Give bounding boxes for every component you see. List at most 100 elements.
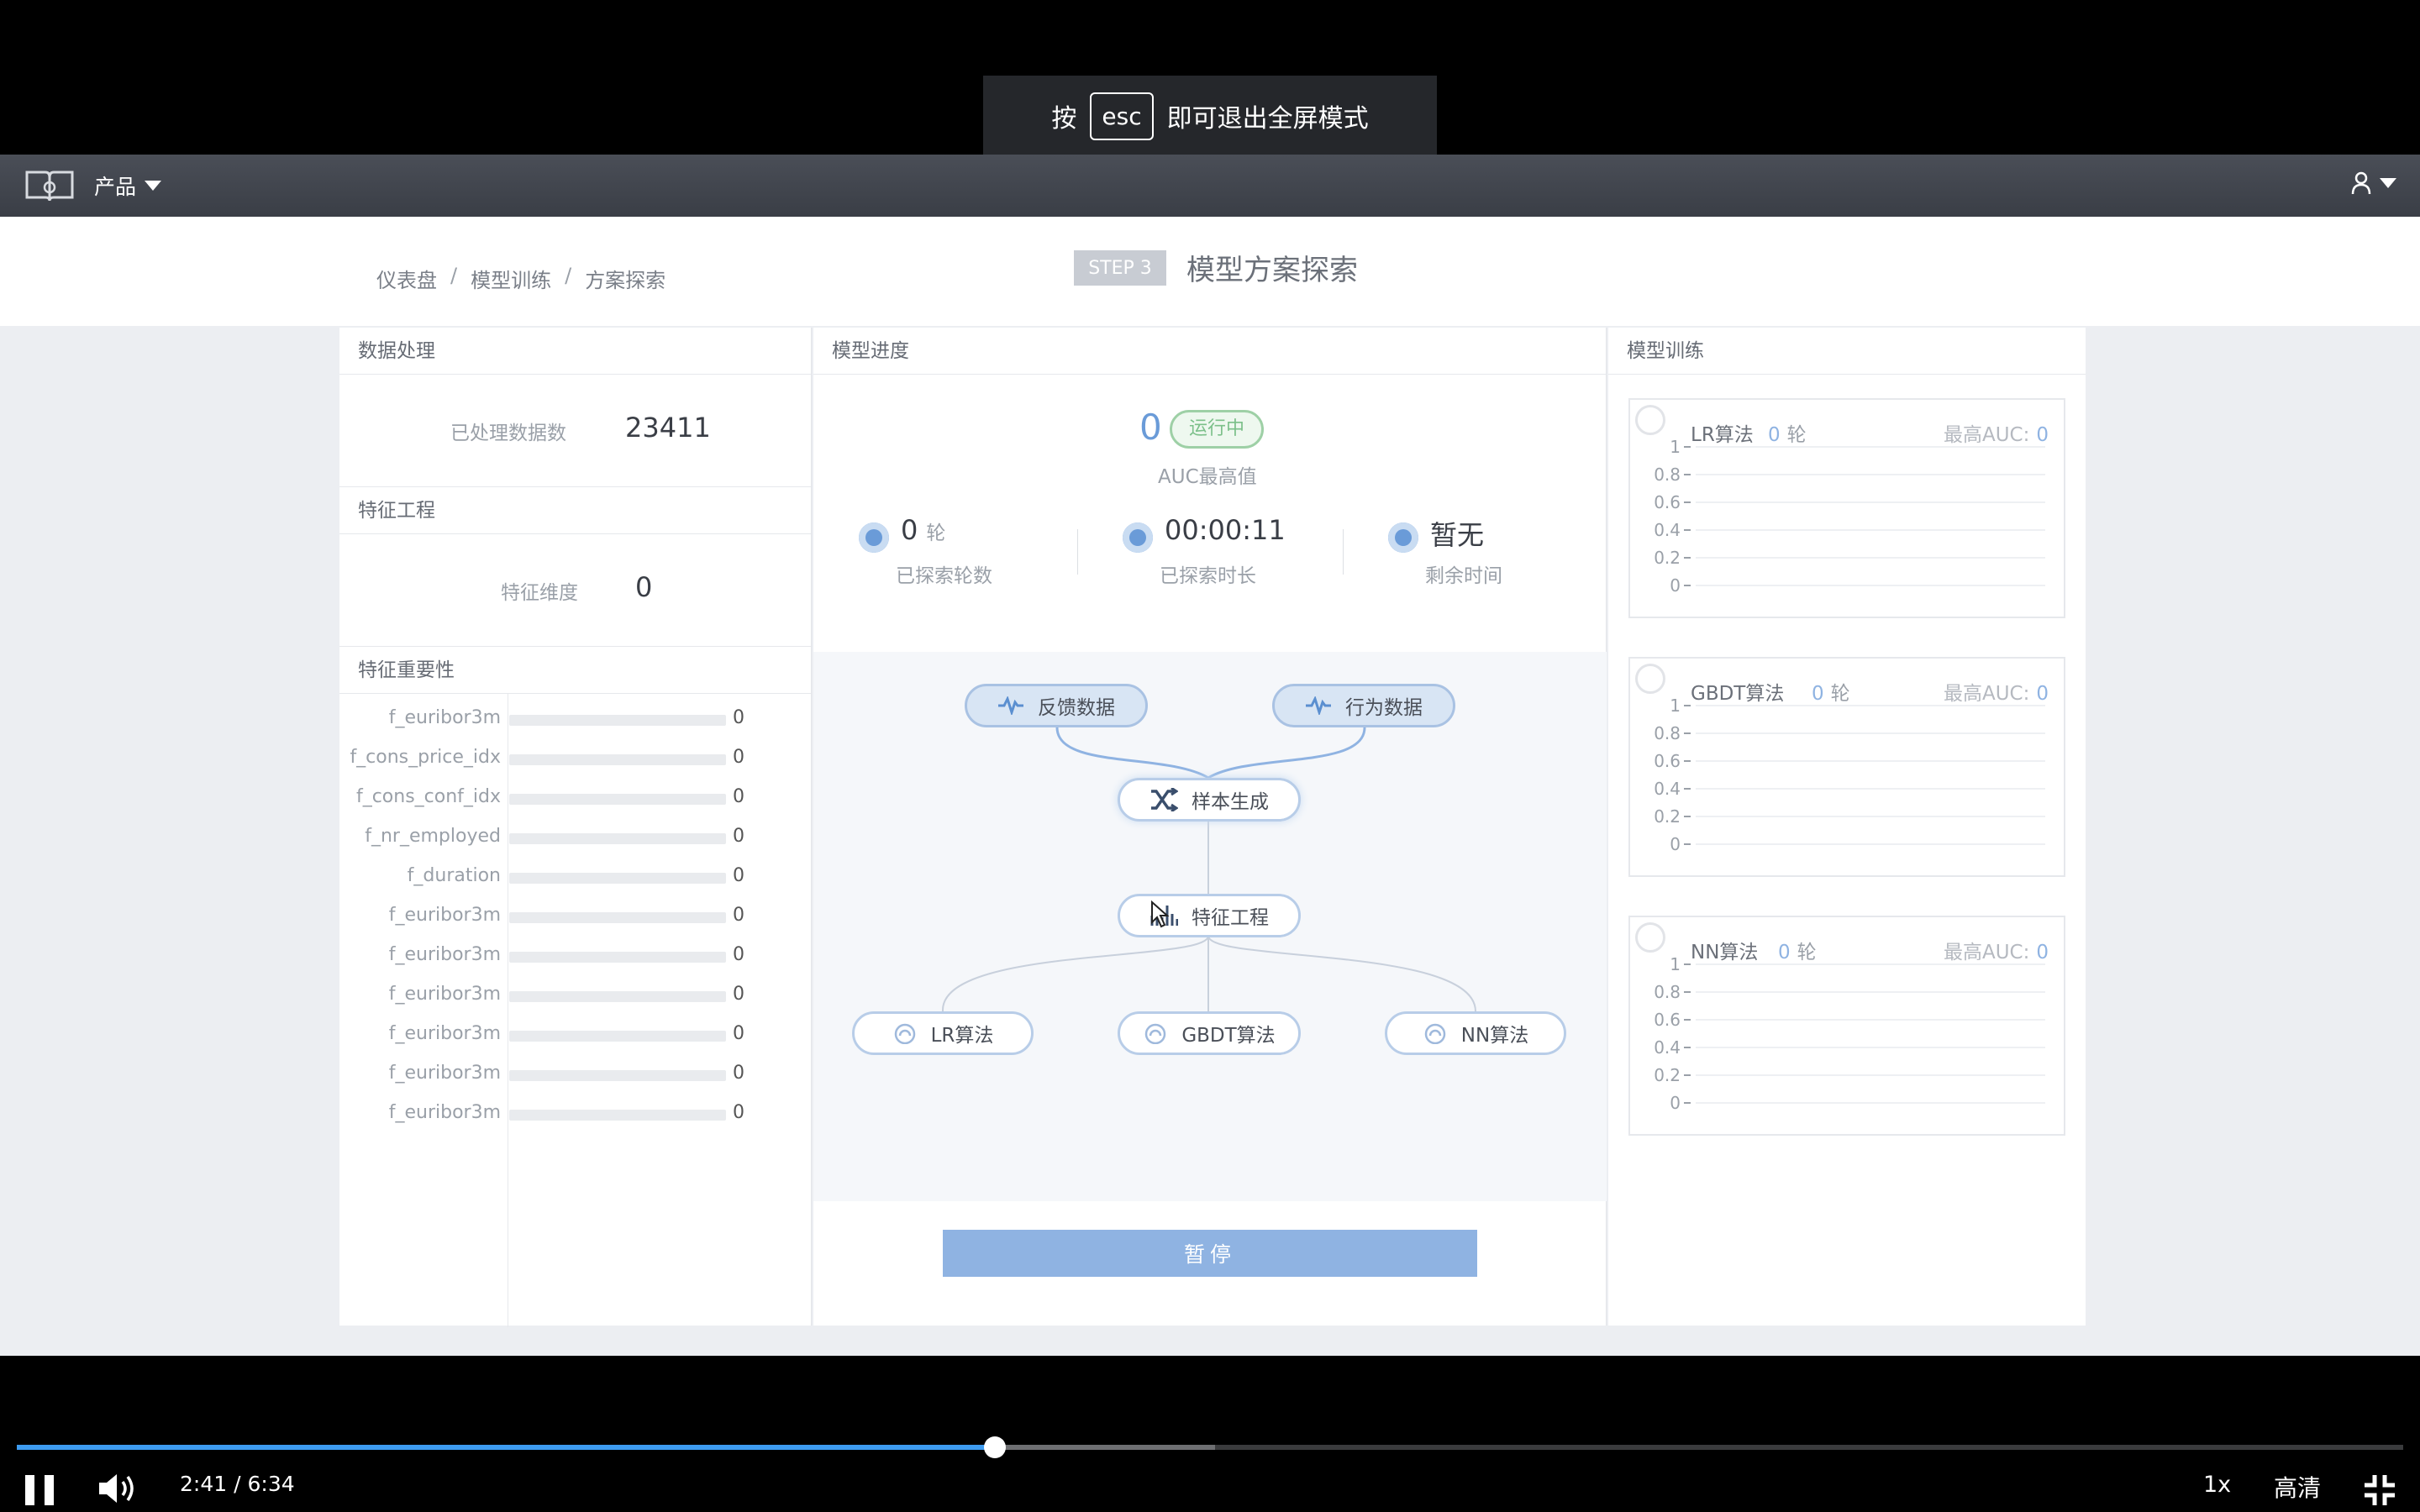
video-progress-bar[interactable] bbox=[17, 1436, 2403, 1458]
step-badge: STEP 3 bbox=[1074, 250, 1166, 286]
y-tick-label: 0.4 bbox=[1654, 779, 1681, 799]
metric-value: 00:00:11 bbox=[1165, 514, 1286, 546]
pulse-icon bbox=[1305, 696, 1332, 715]
gbdt-algorithm-node[interactable]: GBDT算法 bbox=[1118, 1011, 1301, 1055]
feature-name: f_euribor3m bbox=[388, 905, 501, 926]
y-tick-label: 0 bbox=[1670, 834, 1681, 854]
auc-chart: 1 0.8 0.6 0.4 0.2 0 bbox=[1654, 440, 2045, 596]
pause-icon[interactable] bbox=[25, 1475, 54, 1505]
importance-bar bbox=[509, 833, 726, 844]
mouse-cursor-icon bbox=[1151, 900, 1170, 928]
exit-fullscreen-icon[interactable] bbox=[2363, 1473, 2396, 1507]
playback-speed-button[interactable]: 1x bbox=[2203, 1472, 2231, 1498]
metric-value: 0轮 bbox=[901, 514, 946, 546]
breadcrumb-model-training[interactable]: 模型训练 bbox=[471, 264, 551, 293]
importance-value: 0 bbox=[733, 905, 744, 926]
feature-importance-row: f_nr_employed 0 bbox=[339, 826, 812, 851]
logo-icon[interactable] bbox=[24, 167, 76, 204]
feature-dimension-label: 特征维度 bbox=[501, 582, 578, 604]
select-radio[interactable] bbox=[1635, 405, 1665, 435]
quality-button[interactable]: 高清 bbox=[2274, 1470, 2321, 1504]
feedback-data-node[interactable]: 反馈数据 bbox=[965, 684, 1148, 727]
feature-name: f_duration bbox=[407, 865, 501, 886]
y-tick-label: 0.4 bbox=[1654, 520, 1681, 540]
node-label: GBDT算法 bbox=[1181, 1025, 1276, 1047]
current-time: 2:41 bbox=[180, 1472, 228, 1496]
processed-count-value: 23411 bbox=[625, 412, 711, 444]
feature-name: f_cons_conf_idx bbox=[355, 786, 501, 807]
gauge-icon bbox=[1143, 1022, 1168, 1044]
metric-label: 剩余时间 bbox=[1425, 565, 1502, 587]
data-processing-title: 数据处理 bbox=[339, 328, 811, 375]
y-tick-label: 0.8 bbox=[1654, 982, 1681, 1002]
metric-value: 暂无 bbox=[1430, 519, 1485, 551]
gauge-icon bbox=[1423, 1022, 1448, 1044]
node-label: 行为数据 bbox=[1345, 697, 1423, 719]
y-tick-label: 0.6 bbox=[1654, 1010, 1681, 1030]
feature-dimension-row: 特征维度 0 bbox=[339, 534, 811, 647]
processed-count-label: 已处理数据数 bbox=[450, 423, 566, 444]
product-menu[interactable]: 产品 bbox=[94, 171, 162, 201]
importance-bar bbox=[509, 991, 726, 1002]
algorithm-card[interactable]: GBDT算法 0 轮最高AUC: 0 1 0.8 0.6 0.4 0.2 0 bbox=[1628, 657, 2065, 877]
select-radio[interactable] bbox=[1635, 664, 1665, 694]
user-icon bbox=[2351, 171, 2371, 195]
app-navbar: 产品 bbox=[0, 155, 2420, 217]
page-header: 仪表盘 / 模型训练 / 方案探索 STEP 3 模型方案探索 bbox=[0, 217, 2420, 326]
breadcrumb: 仪表盘 / 模型训练 / 方案探索 bbox=[376, 264, 666, 293]
product-menu-label: 产品 bbox=[94, 175, 137, 199]
importance-value: 0 bbox=[733, 707, 744, 728]
feature-name: f_euribor3m bbox=[388, 1063, 501, 1084]
importance-bar bbox=[509, 1070, 726, 1081]
fullscreen-exit-toast: 按 esc 即可退出全屏模式 bbox=[983, 76, 1437, 156]
pause-button[interactable]: 暂停 bbox=[943, 1230, 1477, 1277]
model-progress-panel: 模型进度 0 运行中 AUC最高值 0轮 已探索轮数 00:00:11 已探索时… bbox=[813, 328, 1607, 1326]
select-radio[interactable] bbox=[1635, 922, 1665, 953]
user-menu[interactable] bbox=[2351, 171, 2396, 195]
node-label: LR算法 bbox=[930, 1025, 994, 1047]
y-tick-label: 0 bbox=[1670, 575, 1681, 596]
behavior-data-node[interactable]: 行为数据 bbox=[1272, 684, 1455, 727]
shuffle-icon bbox=[1150, 788, 1178, 811]
breadcrumb-dashboard[interactable]: 仪表盘 bbox=[376, 264, 437, 293]
feature-name: f_euribor3m bbox=[388, 707, 501, 728]
metric-label: 已探索时长 bbox=[1160, 565, 1256, 587]
metric-separator bbox=[1343, 529, 1344, 575]
y-tick-label: 1 bbox=[1670, 699, 1681, 716]
algorithm-card[interactable]: NN算法 0 轮最高AUC: 0 1 0.8 0.6 0.4 0.2 0 bbox=[1628, 916, 2065, 1136]
feature-importance-row: f_duration 0 bbox=[339, 865, 812, 890]
status-badge: 运行中 bbox=[1170, 410, 1265, 449]
importance-value: 0 bbox=[733, 984, 744, 1005]
feature-importance-row: f_euribor3m 0 bbox=[339, 944, 812, 969]
status-dot-icon bbox=[1123, 522, 1153, 553]
status-dot-icon bbox=[859, 522, 889, 553]
page-title: 模型方案探索 bbox=[1186, 254, 1358, 287]
importance-value: 0 bbox=[733, 944, 744, 965]
feature-engineering-node[interactable]: 特征工程 bbox=[1118, 894, 1301, 937]
importance-value: 0 bbox=[733, 786, 744, 807]
sample-generation-node[interactable]: 样本生成 bbox=[1118, 778, 1301, 822]
feature-importance-row: f_euribor3m 0 bbox=[339, 1102, 812, 1127]
algorithm-card[interactable]: LR算法 0 轮最高AUC: 0 1 0.8 0.6 0.4 0.2 0 bbox=[1628, 398, 2065, 618]
model-training-title: 模型训练 bbox=[1608, 328, 2086, 375]
feature-name: f_euribor3m bbox=[388, 1102, 501, 1123]
y-tick-label: 0.6 bbox=[1654, 751, 1681, 771]
breadcrumb-separator: / bbox=[565, 264, 572, 287]
time-display: 2:41 / 6:34 bbox=[180, 1472, 295, 1496]
breadcrumb-plan-explore: 方案探索 bbox=[585, 269, 666, 292]
esc-key-label: esc bbox=[1090, 92, 1154, 140]
feature-name: f_euribor3m bbox=[388, 984, 501, 1005]
importance-bar bbox=[509, 873, 726, 884]
feature-importance-row: f_cons_price_idx 0 bbox=[339, 747, 812, 772]
volume-icon[interactable] bbox=[96, 1470, 139, 1507]
node-label: 反馈数据 bbox=[1038, 697, 1115, 719]
y-tick-label: 0.2 bbox=[1654, 806, 1681, 827]
played-bar bbox=[17, 1445, 996, 1450]
video-frame[interactable]: 产品 仪表盘 / 模型训练 / 方案探索 STEP 3 模型方案探索 数据处理 … bbox=[0, 155, 2420, 1356]
seek-handle[interactable] bbox=[984, 1436, 1007, 1458]
nn-algorithm-node[interactable]: NN算法 bbox=[1385, 1011, 1566, 1055]
auc-chart: 1 0.8 0.6 0.4 0.2 0 bbox=[1654, 958, 2045, 1113]
y-tick-label: 0.8 bbox=[1654, 723, 1681, 743]
feature-name: f_euribor3m bbox=[388, 1023, 501, 1044]
lr-algorithm-node[interactable]: LR算法 bbox=[852, 1011, 1034, 1055]
